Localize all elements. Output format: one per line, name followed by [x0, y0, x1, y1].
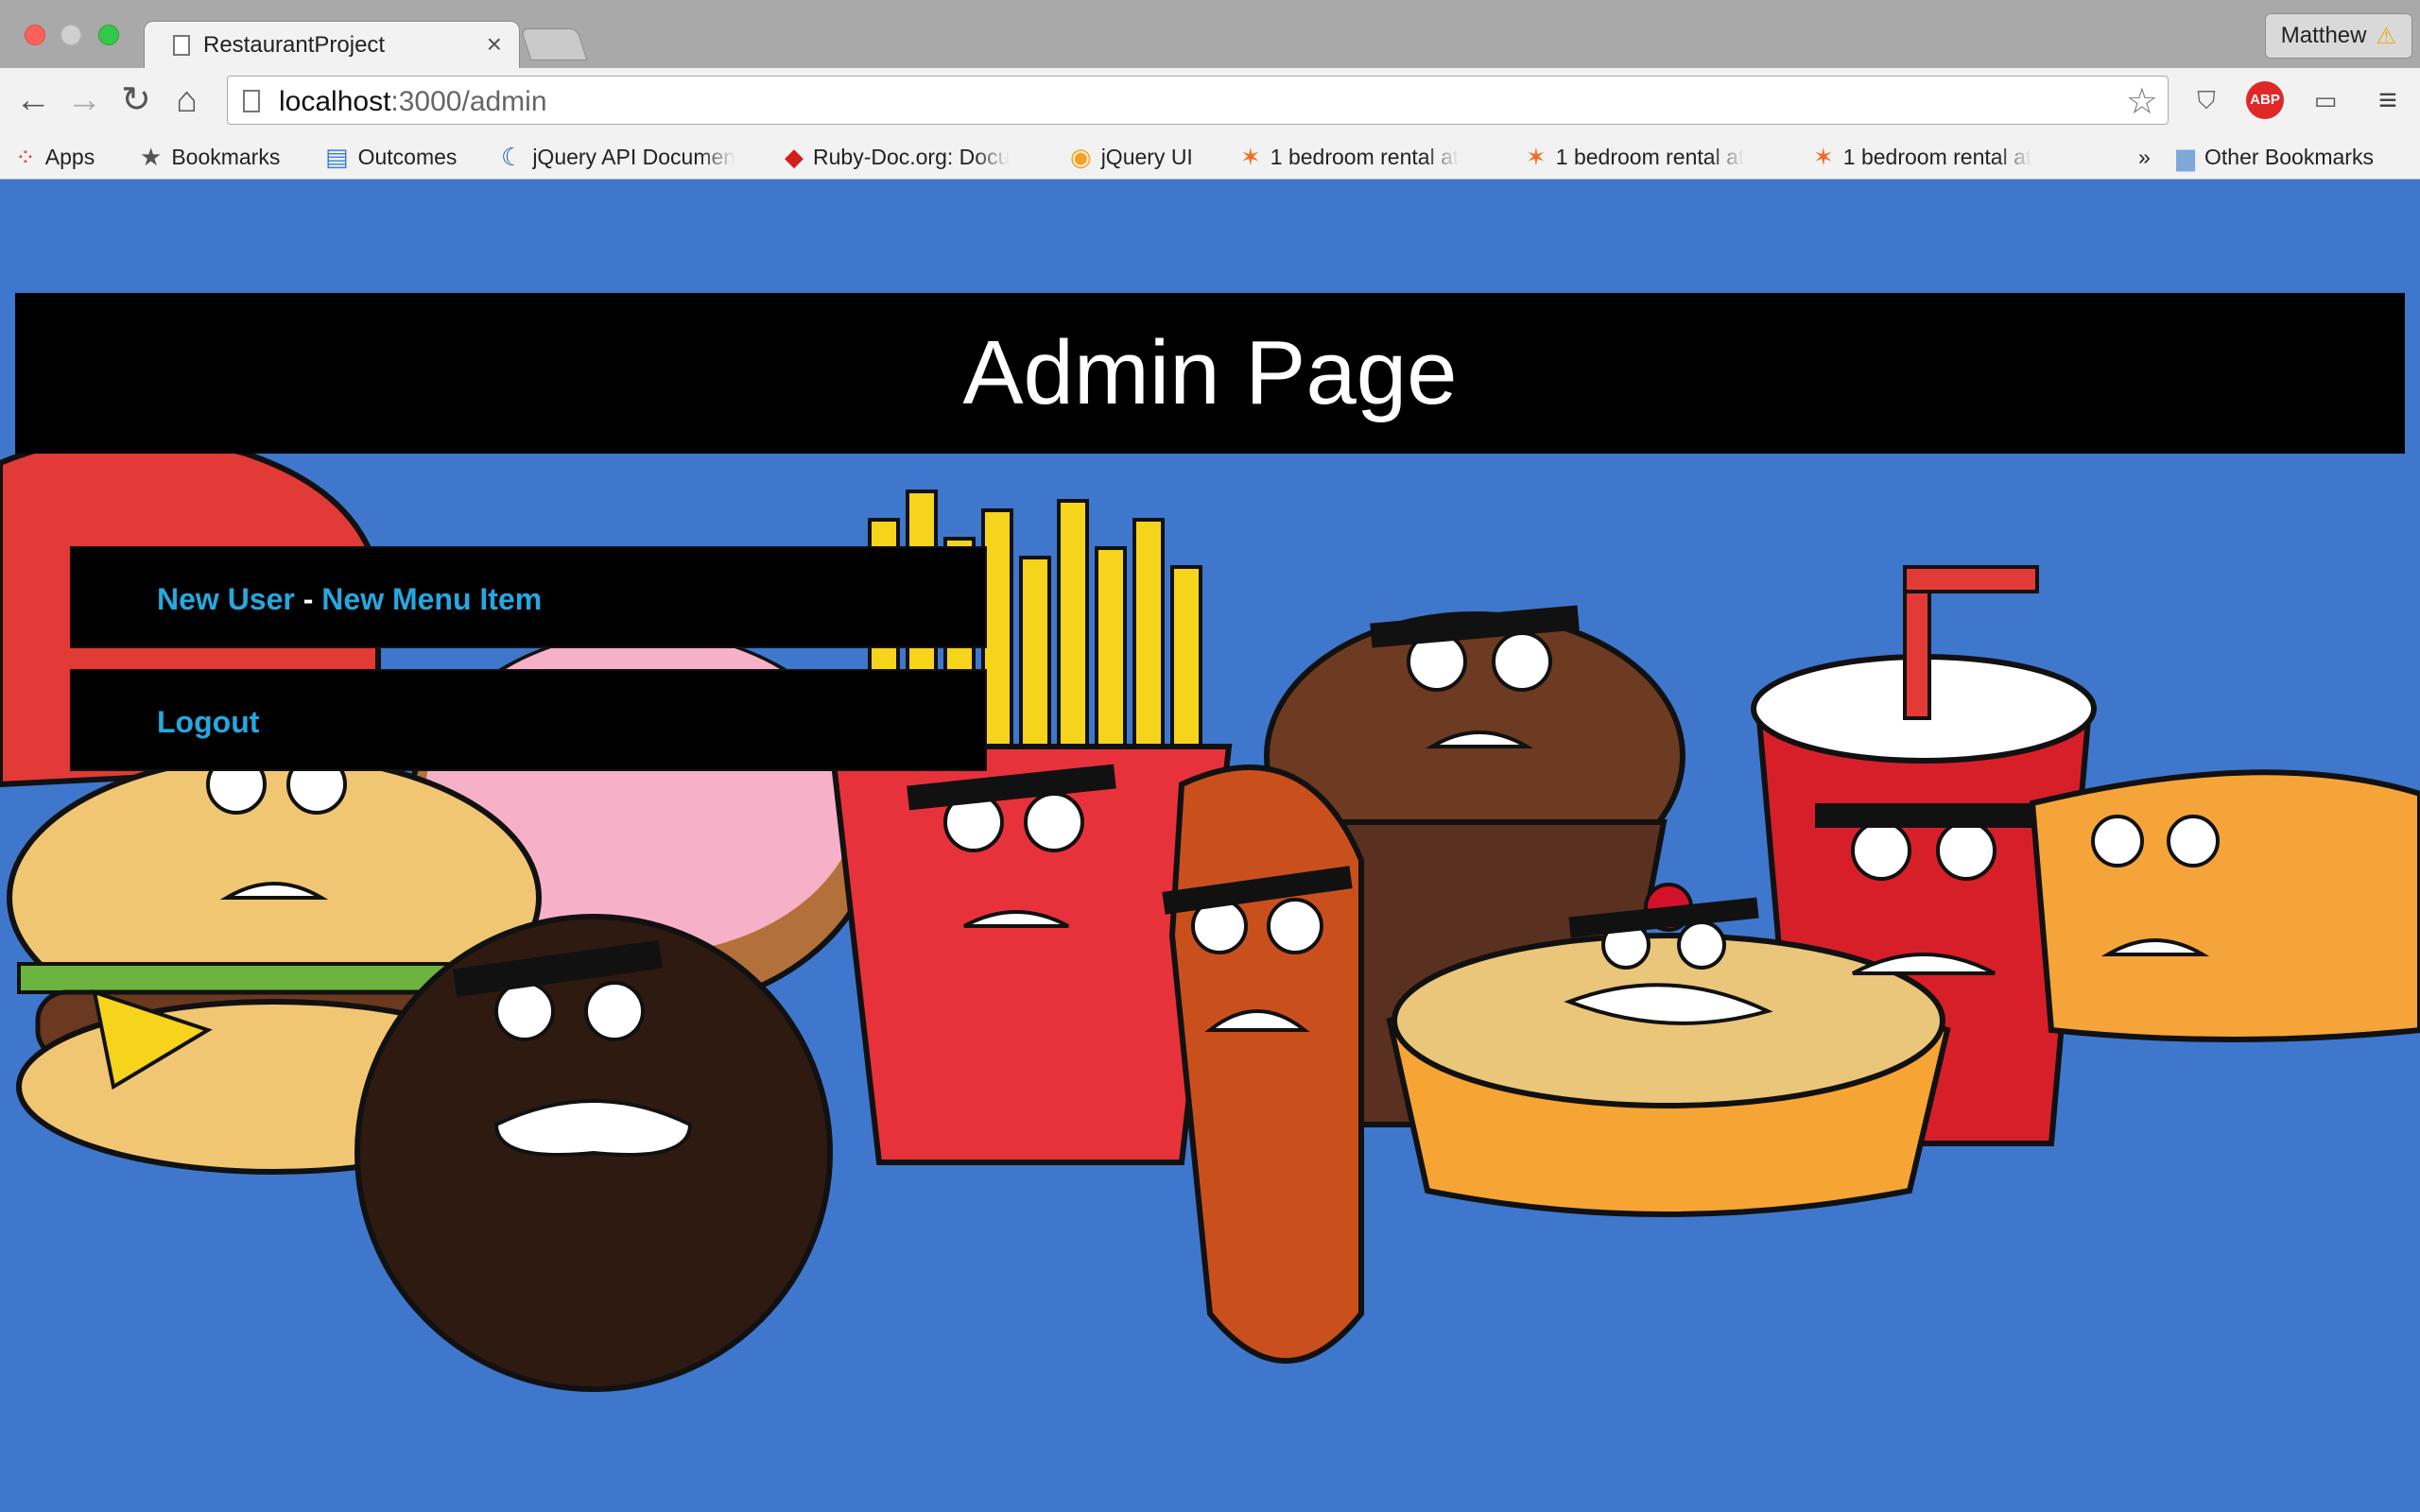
- minimize-window-button[interactable]: [60, 25, 81, 45]
- new-user-link[interactable]: New User: [157, 582, 295, 616]
- apps-grid-icon: ⁘: [15, 142, 36, 171]
- close-window-button[interactable]: [25, 25, 45, 45]
- cast-icon[interactable]: ▭: [2307, 81, 2344, 119]
- jquery-ui-icon: ◉: [1070, 142, 1092, 171]
- bookmark-label: 1 bedroom rental at: [1555, 144, 1745, 169]
- tab-close-icon[interactable]: ×: [487, 29, 502, 60]
- overflow-chevron-icon: »: [2138, 144, 2151, 169]
- address-bar[interactable]: localhost:3000/admin ☆: [227, 76, 2169, 125]
- forward-arrow-icon[interactable]: →: [66, 79, 102, 121]
- link-separator: -: [294, 582, 322, 616]
- bookmark-ruby-doc[interactable]: ◆ Ruby-Doc.org: Docu: [785, 134, 1047, 180]
- menu-icon[interactable]: ≡: [2369, 81, 2407, 119]
- adblock-extension-icon[interactable]: ABP: [2246, 81, 2284, 119]
- bookmark-label: Outcomes: [357, 144, 458, 169]
- craigslist-star-icon: ✶: [1240, 142, 1261, 171]
- shield-extension-icon[interactable]: ⛉: [2187, 81, 2225, 119]
- page-icon: [173, 35, 190, 56]
- page-title: Admin Page: [962, 322, 1458, 423]
- new-tab-button[interactable]: [520, 28, 588, 60]
- bookmark-star-icon[interactable]: ☆: [2126, 80, 2158, 123]
- ruby-icon: ◆: [785, 142, 804, 171]
- profile-name: Matthew: [2280, 23, 2367, 48]
- admin-page-header: Admin Page: [15, 293, 2405, 454]
- bookmark-label: 1 bedroom rental at: [1270, 144, 1460, 169]
- admin-nav-create: New User - New Menu Item: [70, 546, 987, 648]
- docs-icon: ▤: [325, 142, 349, 171]
- bookmark-rental-1[interactable]: ✶ 1 bedroom rental at: [1240, 134, 1501, 180]
- url-path: :3000/admin: [390, 86, 547, 117]
- tab-title: RestaurantProject: [203, 32, 386, 58]
- admin-nav-logout: Logout: [70, 669, 987, 771]
- bookmark-label: 1 bedroom rental at: [1842, 144, 2032, 169]
- bookmark-label: jQuery UI: [1100, 144, 1193, 169]
- create-links: New User - New Menu Item: [157, 582, 542, 617]
- bookmark-outcomes[interactable]: ▤ Outcomes: [325, 134, 457, 180]
- bookmark-label: jQuery API Documen: [532, 144, 736, 169]
- profile-button[interactable]: Matthew ⚠: [2264, 13, 2412, 59]
- jquery-icon: ☾: [501, 142, 524, 171]
- bookmark-jquery-api[interactable]: ☾ jQuery API Documen: [501, 134, 756, 180]
- bookmark-rental-3[interactable]: ✶ 1 bedroom rental at: [1813, 134, 2074, 180]
- bookmark-label: Bookmarks: [171, 144, 281, 169]
- reload-icon[interactable]: ↻: [121, 79, 151, 121]
- logout-link[interactable]: Logout: [157, 705, 259, 739]
- craigslist-star-icon: ✶: [1813, 142, 1834, 171]
- url-host: localhost: [279, 86, 391, 117]
- craigslist-star-icon: ✶: [1526, 142, 1547, 171]
- tab-restaurantproject[interactable]: RestaurantProject ×: [144, 21, 520, 68]
- url-text[interactable]: localhost:3000/admin: [279, 86, 547, 118]
- bookmark-label: Ruby-Doc.org: Docu: [813, 144, 1011, 169]
- back-arrow-icon[interactable]: ←: [15, 79, 51, 121]
- folder-icon: ▆: [2176, 142, 2195, 171]
- bookmark-jquery-ui[interactable]: ◉ jQuery UI: [1070, 134, 1193, 180]
- bookmark-bookmarks[interactable]: ★ Bookmarks: [140, 134, 280, 180]
- page-viewport: Admin Page New User - New Menu Item Logo…: [0, 180, 2420, 1512]
- bookmark-apps[interactable]: ⁘ Apps: [15, 134, 95, 180]
- bookmarks-bar: ⁘ Apps ★ Bookmarks ▤ Outcomes ☾ jQuery A…: [0, 134, 2420, 180]
- bookmark-label: Apps: [44, 144, 95, 169]
- browser-toolbar: ← → ↻ ⌂ localhost:3000/admin ☆ ⛉ ABP ▭ ≡: [0, 68, 2420, 134]
- bookmark-other-bookmarks[interactable]: ▆ Other Bookmarks: [2176, 134, 2374, 180]
- logout-links: Logout: [157, 705, 259, 740]
- bookmarks-overflow-button[interactable]: »: [2138, 134, 2151, 180]
- warning-icon: ⚠: [2376, 23, 2396, 49]
- zoom-window-button[interactable]: [98, 25, 119, 45]
- star-icon: ★: [140, 142, 163, 171]
- home-icon[interactable]: ⌂: [176, 79, 198, 121]
- bookmark-rental-2[interactable]: ✶ 1 bedroom rental at: [1526, 134, 1787, 180]
- window-titlebar: RestaurantProject × Matthew ⚠: [0, 0, 2420, 68]
- new-menu-item-link[interactable]: New Menu Item: [321, 582, 542, 616]
- bookmark-label: Other Bookmarks: [2204, 144, 2374, 169]
- page-icon: [243, 90, 260, 112]
